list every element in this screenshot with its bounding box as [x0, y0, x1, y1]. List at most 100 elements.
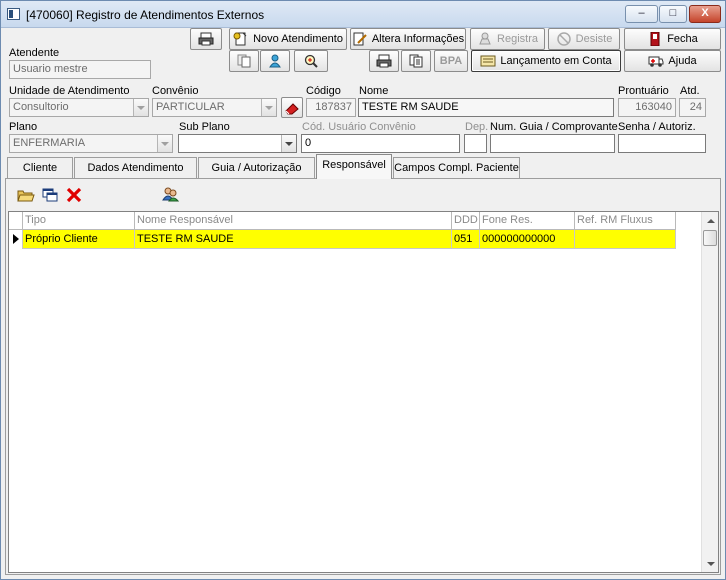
table-row[interactable]: Próprio Cliente TESTE RM SAUDE 051 00000… — [9, 230, 676, 249]
tab-cliente[interactable]: Cliente — [7, 157, 73, 178]
chevron-down-icon[interactable] — [157, 135, 172, 152]
atendente-field: Usuario mestre — [9, 60, 151, 79]
print-button[interactable] — [190, 28, 222, 50]
atd-label: Atd. — [680, 85, 700, 97]
eraser-icon — [284, 101, 300, 115]
fecha-label: Fecha — [667, 33, 698, 45]
edit-windows-icon[interactable] — [41, 187, 59, 203]
bpa-button[interactable]: BPA — [434, 50, 468, 72]
novo-atendimento-label: Novo Atendimento — [253, 33, 343, 45]
search-button[interactable] — [294, 50, 328, 72]
scroll-up-icon[interactable] — [702, 212, 719, 229]
column-header-ref-rm-fluxus[interactable]: Ref. RM Fluxus — [575, 212, 676, 230]
num-guia-field[interactable] — [490, 134, 615, 153]
ledger-icon — [480, 54, 496, 68]
desiste-label: Desiste — [575, 33, 613, 45]
cell-tipo[interactable]: Próprio Cliente — [23, 230, 135, 249]
codigo-field: 187837 — [306, 98, 356, 117]
grid-header: Tipo Nome Responsável DDD Fone Res. Ref.… — [9, 212, 676, 230]
plano-label: Plano — [9, 121, 38, 133]
nome-field[interactable]: TESTE RM SAUDE — [358, 98, 614, 117]
delete-icon[interactable] — [65, 187, 83, 203]
chevron-down-icon[interactable] — [133, 99, 148, 116]
cell-ddd[interactable]: 051 — [452, 230, 480, 249]
registra-button[interactable]: Registra — [470, 28, 545, 50]
cell-ref[interactable] — [575, 230, 676, 249]
num-guia-label: Num. Guia / Comprovante — [490, 121, 618, 133]
dep-field[interactable] — [464, 134, 487, 153]
main-window: [470060] Registro de Atendimentos Extern… — [0, 0, 726, 580]
unidade-label: Unidade de Atendimento — [9, 85, 130, 97]
column-header-nome-responsavel[interactable]: Nome Responsável — [135, 212, 452, 230]
minimize-button[interactable]: – — [625, 5, 658, 23]
ambulance-icon — [648, 54, 664, 68]
cell-fone[interactable]: 000000000000 — [480, 230, 575, 249]
column-header-fone-res[interactable]: Fone Res. — [480, 212, 575, 230]
documents-icon — [408, 54, 424, 68]
sub-plano-select[interactable] — [178, 134, 297, 153]
sub-plano-label: Sub Plano — [179, 121, 230, 133]
convenio-value: PARTICULAR — [156, 101, 225, 113]
unidade-select[interactable]: Consultorio — [9, 98, 149, 117]
maximize-button[interactable]: □ — [659, 5, 687, 23]
codigo-label: Código — [306, 85, 341, 97]
desiste-button[interactable]: Desiste — [548, 28, 620, 50]
scroll-thumb[interactable] — [703, 230, 717, 246]
unidade-value: Consultorio — [13, 101, 69, 113]
magnifier-icon — [303, 54, 319, 68]
lancamento-em-conta-button[interactable]: Lançamento em Conta — [471, 50, 621, 72]
novo-atendimento-button[interactable]: Novo Atendimento — [229, 28, 347, 50]
print-button-2[interactable] — [369, 50, 399, 72]
printer-icon — [376, 54, 392, 68]
prontuario-label: Prontuário — [618, 85, 669, 97]
stamp-icon — [477, 32, 493, 46]
plano-value: ENFERMARIA — [13, 137, 86, 149]
patient-button[interactable] — [260, 50, 290, 72]
copy-button[interactable] — [229, 50, 259, 72]
altera-informacoes-label: Altera Informações — [371, 33, 465, 45]
documents-button[interactable] — [401, 50, 431, 72]
edit-document-icon — [352, 32, 368, 46]
tab-campos-compl-paciente[interactable]: Campos Compl. Paciente — [393, 157, 520, 178]
clear-patient-button[interactable] — [281, 97, 303, 118]
close-button[interactable]: X — [689, 5, 721, 23]
dep-label: Dep. — [465, 121, 489, 133]
app-icon — [7, 8, 20, 20]
tab-responsavel[interactable]: Responsável — [316, 154, 392, 179]
nome-label: Nome — [359, 85, 389, 97]
altera-informacoes-button[interactable]: Altera Informações — [350, 28, 466, 50]
convenio-select[interactable]: PARTICULAR — [152, 98, 277, 117]
title-bar: [470060] Registro de Atendimentos Extern… — [1, 1, 725, 28]
prontuario-field: 163040 — [618, 98, 676, 117]
tab-dados-atendimento[interactable]: Dados Atendimento — [74, 157, 197, 178]
open-folder-icon[interactable] — [17, 187, 35, 203]
window-title: [470060] Registro de Atendimentos Extern… — [26, 8, 265, 22]
cell-nome[interactable]: TESTE RM SAUDE — [135, 230, 452, 249]
chevron-down-icon[interactable] — [281, 135, 296, 152]
fecha-button[interactable]: Fecha — [624, 28, 721, 50]
convenio-label: Convênio — [152, 85, 199, 97]
ajuda-button[interactable]: Ajuda — [624, 50, 721, 72]
registra-label: Registra — [497, 33, 538, 45]
plano-select[interactable]: ENFERMARIA — [9, 134, 173, 153]
printer-icon — [198, 32, 214, 46]
cod-usuario-label: Cód. Usuário Convênio — [302, 121, 416, 133]
row-indicator-arrow-icon — [9, 230, 23, 249]
tab-guia-autorizacao[interactable]: Guia / Autorização — [198, 157, 315, 178]
exit-door-icon — [647, 31, 663, 47]
cod-usuario-field[interactable]: 0 — [301, 134, 460, 153]
scroll-down-icon[interactable] — [702, 555, 719, 572]
users-icon[interactable] — [161, 186, 180, 202]
header-indicator — [9, 212, 23, 230]
vertical-scrollbar[interactable] — [701, 212, 718, 572]
column-header-ddd[interactable]: DDD — [452, 212, 480, 230]
person-icon — [267, 54, 283, 68]
copy-icon — [236, 54, 252, 68]
new-document-icon — [233, 32, 249, 46]
responsaveis-grid: Tipo Nome Responsável DDD Fone Res. Ref.… — [8, 211, 719, 573]
senha-field[interactable] — [618, 134, 706, 153]
chevron-down-icon[interactable] — [261, 99, 276, 116]
column-header-tipo[interactable]: Tipo — [23, 212, 135, 230]
senha-label: Senha / Autoriz. — [618, 121, 696, 133]
atd-field: 24 — [679, 98, 706, 117]
